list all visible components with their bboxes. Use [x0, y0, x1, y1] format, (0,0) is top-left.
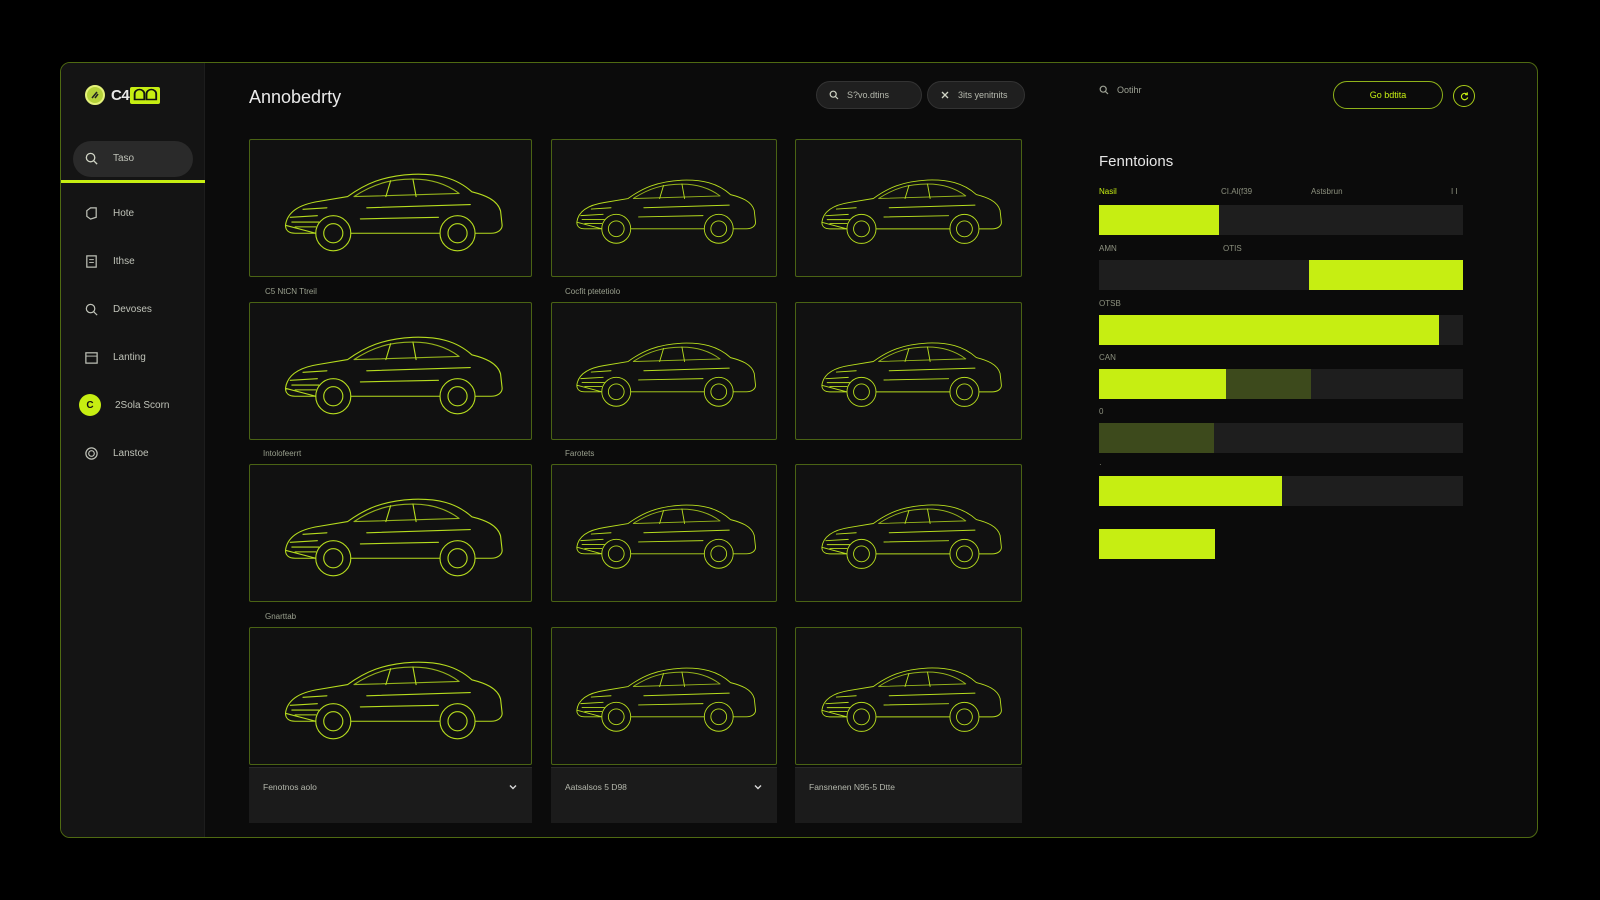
- bar-fill: [1099, 476, 1282, 506]
- sidebar: C4 ᗝᗝ Taso Hote Ithse Devoses Lanting C …: [61, 63, 205, 837]
- car-wireframe-image: [576, 667, 757, 732]
- search-icon: [83, 150, 99, 166]
- car-wireframe-image: [820, 342, 1002, 408]
- dropdown-3[interactable]: Fansnenen N95-5 Dtte: [795, 767, 1022, 823]
- sidebar-item-ithse[interactable]: Ithse: [61, 237, 205, 285]
- car-card-1-3[interactable]: [795, 139, 1022, 277]
- sidebar-item-lanstoe[interactable]: Lanstoe: [61, 429, 205, 477]
- saved-pill-button[interactable]: S?vo.dtins: [816, 81, 922, 109]
- car-wireframe-image: [576, 504, 757, 569]
- bar-fill: [1308, 260, 1463, 290]
- car-wireframe-image: [576, 342, 757, 407]
- bar-label: OTIS: [1223, 244, 1242, 253]
- app-window: C4 ᗝᗝ Taso Hote Ithse Devoses Lanting C …: [60, 62, 1538, 838]
- car-card-2-2[interactable]: [551, 302, 777, 440]
- bar-track: [1099, 423, 1463, 453]
- car-card-4-3[interactable]: [795, 627, 1022, 765]
- refresh-icon: [1460, 91, 1468, 100]
- car-card-4-1[interactable]: [249, 627, 532, 765]
- grid-label: Farotets: [565, 449, 595, 458]
- sidebar-item-label: Devoses: [113, 303, 152, 315]
- grid-label: Gnarttab: [265, 612, 297, 621]
- car-wireframe-image: [820, 179, 1002, 245]
- bar-track: [1099, 315, 1463, 345]
- settings-button[interactable]: [1453, 85, 1475, 107]
- chevron-down-icon: [754, 785, 762, 790]
- logo[interactable]: C4 ᗝᗝ: [85, 85, 161, 105]
- car-wireframe-image: [820, 667, 1002, 733]
- panel-title: Fenntoions: [1099, 153, 1174, 170]
- sidebar-item-hote[interactable]: Hote: [61, 189, 205, 237]
- car-card-1-1[interactable]: [249, 139, 532, 277]
- sidebar-item-label: Lanstoe: [113, 447, 149, 459]
- column-header: CI.Al(f39: [1221, 187, 1253, 196]
- go-button[interactable]: Go bdtita: [1333, 81, 1443, 109]
- car-wireframe-image: [284, 173, 503, 252]
- sidebar-item-label: Lanting: [113, 351, 146, 363]
- tag-icon: [83, 205, 99, 221]
- bar-fill: [1099, 205, 1220, 235]
- logo-icon: [85, 85, 105, 105]
- sidebar-item-label: 2Sola Scorn: [115, 399, 170, 411]
- grid-label: C5 NtCN Ttreil: [265, 287, 317, 296]
- column-header: Astsbrun: [1311, 187, 1343, 196]
- column-header: Nasil: [1099, 187, 1117, 196]
- search-input[interactable]: Ootihr: [1099, 85, 1142, 95]
- car-card-2-1[interactable]: [249, 302, 532, 440]
- bar-track: [1099, 260, 1463, 290]
- bar-track: [1099, 476, 1463, 506]
- search-icon: [83, 301, 99, 317]
- logo-text: C4 ᗝᗝ: [111, 86, 161, 104]
- car-wireframe-image: [284, 498, 503, 577]
- car-card-3-3[interactable]: [795, 464, 1022, 602]
- bar-label: ·: [1099, 460, 1102, 469]
- bar-track: [1099, 529, 1463, 559]
- bar-label: AMN: [1099, 244, 1117, 253]
- search-icon: [1099, 85, 1109, 95]
- car-card-3-1[interactable]: [249, 464, 532, 602]
- bar-fill: [1226, 369, 1311, 399]
- car-wireframe-image: [576, 179, 757, 244]
- bar-fill: [1099, 369, 1227, 399]
- bar-track: [1099, 205, 1463, 235]
- badge-icon: C: [79, 394, 101, 416]
- sidebar-item-label: Hote: [113, 207, 135, 219]
- bar-label: CAN: [1099, 353, 1116, 362]
- car-wireframe-image: [284, 661, 503, 740]
- sidebar-nav: Taso Hote Ithse Devoses Lanting C 2Sola …: [61, 133, 205, 477]
- calendar-icon: [83, 349, 99, 365]
- bar-fill: [1099, 423, 1214, 453]
- bar-fill: [1099, 315, 1440, 345]
- grid-label: Intolofeerrt: [263, 449, 302, 458]
- car-card-3-2[interactable]: [551, 464, 777, 602]
- sidebar-item-sola-scorn[interactable]: C 2Sola Scorn: [61, 381, 205, 429]
- dropdown-2[interactable]: Aatsalsos 5 D98: [551, 767, 777, 823]
- sidebar-item-taso[interactable]: Taso: [61, 133, 205, 183]
- dropdown-1[interactable]: Fenotnos aolo: [249, 767, 532, 823]
- page-title: Annobedrty: [249, 87, 342, 107]
- column-header: I I: [1451, 187, 1458, 196]
- sidebar-item-label: Taso: [113, 152, 135, 164]
- close-icon: [941, 91, 949, 99]
- car-card-2-3[interactable]: [795, 302, 1022, 440]
- sidebar-item-label: Ithse: [113, 255, 135, 267]
- filter-pill-button[interactable]: 3its yenitnits: [927, 81, 1025, 109]
- bar-label: OTSB: [1099, 299, 1121, 308]
- car-wireframe-image: [820, 504, 1002, 570]
- bar-track: [1099, 369, 1463, 399]
- sidebar-item-devoses[interactable]: Devoses: [61, 285, 205, 333]
- sidebar-item-lanting[interactable]: Lanting: [61, 333, 205, 381]
- target-icon: [83, 445, 99, 461]
- document-icon: [83, 253, 99, 269]
- car-wireframe-image: [284, 336, 503, 415]
- car-card-1-2[interactable]: [551, 139, 777, 277]
- bar-fill: [1099, 529, 1216, 559]
- chevron-down-icon: [509, 785, 517, 790]
- bar-label: 0: [1099, 407, 1104, 416]
- grid-label: Cocfit ptetetiolo: [565, 287, 621, 296]
- car-card-4-2[interactable]: [551, 627, 777, 765]
- search-icon: [829, 90, 839, 100]
